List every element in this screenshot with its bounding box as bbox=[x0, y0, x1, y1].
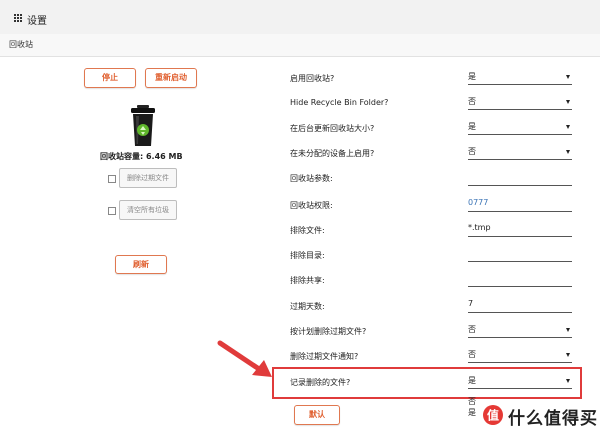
watermark-logo: 值 什么值得买 bbox=[478, 400, 598, 437]
section-title: 回收站 bbox=[9, 40, 33, 49]
chevron-down-icon bbox=[566, 150, 570, 154]
exclude-files-label: 排除文件: bbox=[290, 226, 325, 235]
recycle-params-input[interactable] bbox=[468, 172, 572, 186]
empty-all-trash-button[interactable]: 清空所有垃圾 bbox=[119, 200, 177, 220]
restart-button[interactable]: 重新启动 bbox=[145, 68, 197, 88]
unassigned-devices-label: 在未分配的设备上启用? bbox=[290, 149, 375, 158]
page-title: 设置 bbox=[27, 16, 47, 27]
annotation-arrow-icon bbox=[217, 340, 272, 377]
update-size-select[interactable]: 是 bbox=[468, 121, 572, 135]
chevron-down-icon bbox=[566, 379, 570, 383]
chevron-down-icon bbox=[566, 328, 570, 332]
delete-expired-files-button[interactable]: 删除过期文件 bbox=[119, 168, 177, 188]
svg-text:值: 值 bbox=[487, 408, 499, 423]
dropdown-option-yes[interactable]: 是 bbox=[468, 407, 476, 418]
recycle-permissions-label: 回收站权限: bbox=[290, 201, 333, 210]
exclude-files-input[interactable]: *.tmp bbox=[468, 223, 572, 237]
delete-notify-label: 删除过期文件通知? bbox=[290, 352, 359, 361]
hide-folder-select[interactable]: 否 bbox=[468, 96, 572, 110]
dropdown-option-no[interactable]: 否 bbox=[468, 396, 476, 407]
refresh-button[interactable]: 刷新 bbox=[115, 255, 167, 274]
recycle-bin-capacity: 回收站容量: 6.46 MB bbox=[100, 152, 183, 161]
exclude-shares-label: 排除共享: bbox=[290, 276, 325, 285]
expire-days-label: 过期天数: bbox=[290, 302, 325, 311]
top-bar bbox=[0, 0, 600, 35]
clear-expired-checkbox[interactable] bbox=[108, 175, 116, 183]
exclude-dirs-input[interactable] bbox=[468, 248, 572, 262]
update-size-label: 在后台更新回收站大小? bbox=[290, 124, 375, 133]
recycle-bin-icon bbox=[131, 105, 155, 146]
unassigned-devices-select[interactable]: 否 bbox=[468, 146, 572, 160]
recycle-params-label: 回收站参数: bbox=[290, 174, 333, 183]
scheduled-delete-select[interactable]: 否 bbox=[468, 324, 572, 338]
delete-notify-select[interactable]: 否 bbox=[468, 349, 572, 363]
log-deleted-label: 记录删除的文件? bbox=[290, 378, 351, 387]
exclude-shares-input[interactable] bbox=[468, 273, 572, 287]
chevron-down-icon bbox=[566, 125, 570, 129]
stop-button[interactable]: 停止 bbox=[84, 68, 136, 88]
expire-days-input[interactable]: 7 bbox=[468, 299, 572, 313]
section-bar bbox=[0, 34, 600, 57]
log-deleted-select[interactable]: 是 bbox=[468, 375, 572, 389]
recycle-permissions-input[interactable]: 0777 bbox=[468, 198, 572, 212]
chevron-down-icon bbox=[566, 100, 570, 104]
chevron-down-icon bbox=[566, 353, 570, 357]
chevron-down-icon bbox=[566, 75, 570, 79]
exclude-dirs-label: 排除目录: bbox=[290, 251, 325, 260]
logo-icon: 值 bbox=[483, 405, 503, 425]
scheduled-delete-label: 按计划删除过期文件? bbox=[290, 327, 367, 336]
watermark-text: 什么值得买 bbox=[508, 409, 598, 429]
default-button[interactable]: 默认 bbox=[294, 405, 340, 425]
empty-all-checkbox[interactable] bbox=[108, 207, 116, 215]
hide-folder-label: Hide Recycle Bin Folder? bbox=[290, 98, 389, 107]
enable-recycle-bin-label: 启用回收站? bbox=[290, 74, 335, 83]
grid-menu-icon[interactable] bbox=[14, 14, 22, 22]
enable-recycle-bin-select[interactable]: 是 bbox=[468, 71, 572, 85]
